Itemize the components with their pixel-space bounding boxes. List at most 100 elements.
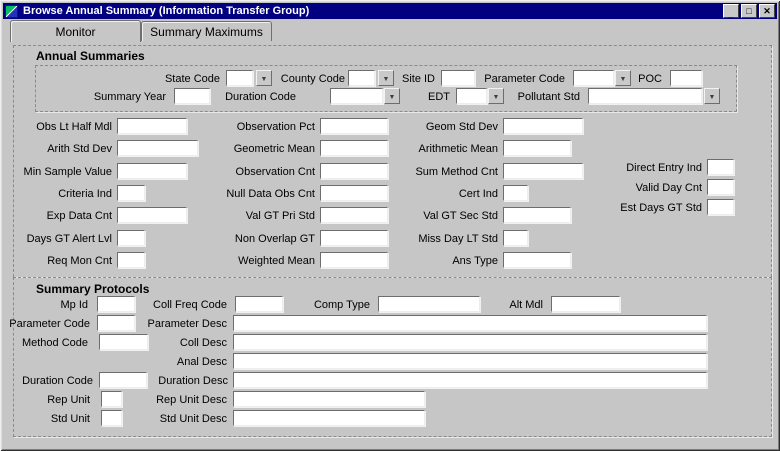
ans-type-input[interactable] bbox=[503, 252, 571, 268]
anal-desc-label: Anal Desc bbox=[176, 356, 227, 368]
arith-std-dev-label: Arith Std Dev bbox=[47, 143, 112, 155]
comp-type-label: Comp Type bbox=[313, 299, 370, 311]
rep-unit-desc-label: Rep Unit Desc bbox=[156, 394, 227, 406]
arithmetic-mean-input[interactable] bbox=[503, 140, 571, 156]
site-id-label: Site ID bbox=[401, 73, 435, 85]
sp-duration-code-label: Duration Code bbox=[22, 375, 93, 387]
anal-desc-input[interactable] bbox=[233, 353, 707, 369]
days-gt-alert-lvl-label: Days GT Alert Lvl bbox=[26, 233, 112, 245]
close-icon: ✕ bbox=[763, 5, 771, 16]
tab-monitor[interactable]: Monitor bbox=[10, 20, 141, 42]
parameter-desc-label: Parameter Desc bbox=[147, 318, 227, 330]
rep-unit-desc-input[interactable] bbox=[233, 391, 425, 407]
valid-day-cnt-label: Valid Day Cnt bbox=[635, 182, 702, 194]
method-code-label: Method Code bbox=[21, 337, 88, 349]
observation-cnt-label: Observation Cnt bbox=[235, 166, 315, 178]
close-button[interactable]: ✕ bbox=[759, 4, 775, 18]
minimize-icon: _ bbox=[728, 8, 734, 19]
sum-method-cnt-label: Sum Method Cnt bbox=[415, 166, 498, 178]
chevron-down-icon: ▼ bbox=[708, 93, 716, 101]
sum-method-cnt-input[interactable] bbox=[503, 163, 583, 179]
app-icon bbox=[5, 4, 18, 18]
min-sample-value-label: Min Sample Value bbox=[23, 166, 112, 178]
state-code-label: State Code bbox=[164, 73, 220, 85]
rep-unit-input[interactable] bbox=[101, 391, 122, 407]
valid-day-cnt-input[interactable] bbox=[707, 179, 734, 195]
minimize-button[interactable]: _ bbox=[723, 4, 739, 18]
est-days-gt-std-input[interactable] bbox=[707, 199, 734, 215]
obs-lt-half-mdl-input[interactable] bbox=[117, 118, 187, 134]
sp-parameter-code-input[interactable] bbox=[97, 315, 135, 331]
exp-data-cnt-input[interactable] bbox=[117, 207, 187, 223]
val-gt-pri-std-label: Val GT Pri Std bbox=[245, 210, 315, 222]
comp-type-input[interactable] bbox=[378, 296, 480, 312]
coll-freq-code-input[interactable] bbox=[235, 296, 283, 312]
arithmetic-mean-label: Arithmetic Mean bbox=[418, 143, 498, 155]
duration-desc-label: Duration Desc bbox=[158, 375, 228, 387]
cert-ind-input[interactable] bbox=[503, 185, 528, 201]
miss-day-lt-std-input[interactable] bbox=[503, 230, 528, 246]
criteria-ind-input[interactable] bbox=[117, 185, 145, 201]
sp-parameter-code-label: Parameter Code bbox=[9, 318, 90, 330]
coll-desc-input[interactable] bbox=[233, 334, 707, 350]
state-code-input[interactable] bbox=[226, 70, 253, 86]
std-unit-label: Std Unit bbox=[50, 413, 90, 425]
tab-summary-maximums-label: Summary Maximums bbox=[150, 24, 263, 39]
mp-id-label: Mp Id bbox=[60, 299, 88, 311]
window-title: Browse Annual Summary (Information Trans… bbox=[23, 5, 310, 17]
arith-std-dev-input[interactable] bbox=[117, 140, 198, 156]
obs-lt-half-mdl-label: Obs Lt Half Mdl bbox=[36, 121, 112, 133]
edt-label: EDT bbox=[428, 91, 450, 103]
sp-duration-code-input[interactable] bbox=[99, 372, 147, 388]
req-mon-cnt-input[interactable] bbox=[117, 252, 145, 268]
duration-code-input[interactable] bbox=[330, 88, 383, 104]
maximize-button[interactable]: □ bbox=[741, 4, 757, 18]
annual-summaries-heading: Annual Summaries bbox=[36, 49, 145, 63]
pollutant-std-dropdown-button[interactable]: ▼ bbox=[704, 88, 720, 104]
criteria-ind-label: Criteria Ind bbox=[58, 188, 112, 200]
alt-mdl-input[interactable] bbox=[551, 296, 620, 312]
est-days-gt-std-label: Est Days GT Std bbox=[620, 202, 702, 214]
pollutant-std-label: Pollutant Std bbox=[517, 91, 580, 103]
val-gt-sec-std-label: Val GT Sec Std bbox=[423, 210, 498, 222]
std-unit-desc-label: Std Unit Desc bbox=[159, 413, 227, 425]
poc-input[interactable] bbox=[670, 70, 702, 86]
pollutant-std-input[interactable] bbox=[588, 88, 702, 104]
summary-protocols-heading: Summary Protocols bbox=[36, 282, 150, 296]
poc-label: POC bbox=[638, 73, 662, 85]
tab-monitor-label: Monitor bbox=[55, 24, 96, 39]
parameter-code-label: Parameter Code bbox=[484, 73, 565, 85]
geometric-mean-label: Geometric Mean bbox=[233, 143, 315, 155]
miss-day-lt-std-label: Miss Day LT Std bbox=[418, 233, 498, 245]
std-unit-input[interactable] bbox=[101, 410, 122, 426]
window-controls: _ □ ✕ bbox=[723, 4, 775, 18]
req-mon-cnt-label: Req Mon Cnt bbox=[47, 255, 112, 267]
title-bar: Browse Annual Summary (Information Trans… bbox=[3, 3, 777, 19]
days-gt-alert-lvl-input[interactable] bbox=[117, 230, 145, 246]
val-gt-sec-std-input[interactable] bbox=[503, 207, 571, 223]
geom-std-dev-label: Geom Std Dev bbox=[425, 121, 498, 133]
exp-data-cnt-label: Exp Data Cnt bbox=[46, 210, 112, 222]
ans-type-label: Ans Type bbox=[452, 255, 498, 267]
maximize-icon: □ bbox=[746, 5, 752, 16]
rep-unit-label: Rep Unit bbox=[47, 394, 90, 406]
geom-std-dev-input[interactable] bbox=[503, 118, 583, 134]
std-unit-desc-input[interactable] bbox=[233, 410, 425, 426]
alt-mdl-label: Alt Mdl bbox=[509, 299, 543, 311]
direct-entry-ind-label: Direct Entry Ind bbox=[626, 162, 702, 174]
summary-year-label: Summary Year bbox=[93, 91, 166, 103]
tab-summary-maximums[interactable]: Summary Maximums bbox=[141, 21, 272, 41]
coll-desc-label: Coll Desc bbox=[179, 337, 227, 349]
direct-entry-ind-input[interactable] bbox=[707, 159, 734, 175]
cert-ind-label: Cert Ind bbox=[458, 188, 498, 200]
method-code-input[interactable] bbox=[99, 334, 148, 350]
duration-desc-input[interactable] bbox=[233, 372, 707, 388]
browse-annual-summary-window: Browse Annual Summary (Information Trans… bbox=[0, 0, 780, 451]
weighted-mean-label: Weighted Mean bbox=[238, 255, 315, 267]
coll-freq-code-label: Coll Freq Code bbox=[153, 299, 227, 311]
null-data-obs-cnt-label: Null Data Obs Cnt bbox=[226, 188, 315, 200]
duration-code-label: Duration Code bbox=[225, 91, 296, 103]
parameter-desc-input[interactable] bbox=[233, 315, 707, 331]
min-sample-value-input[interactable] bbox=[117, 163, 187, 179]
mp-id-input[interactable] bbox=[97, 296, 135, 312]
